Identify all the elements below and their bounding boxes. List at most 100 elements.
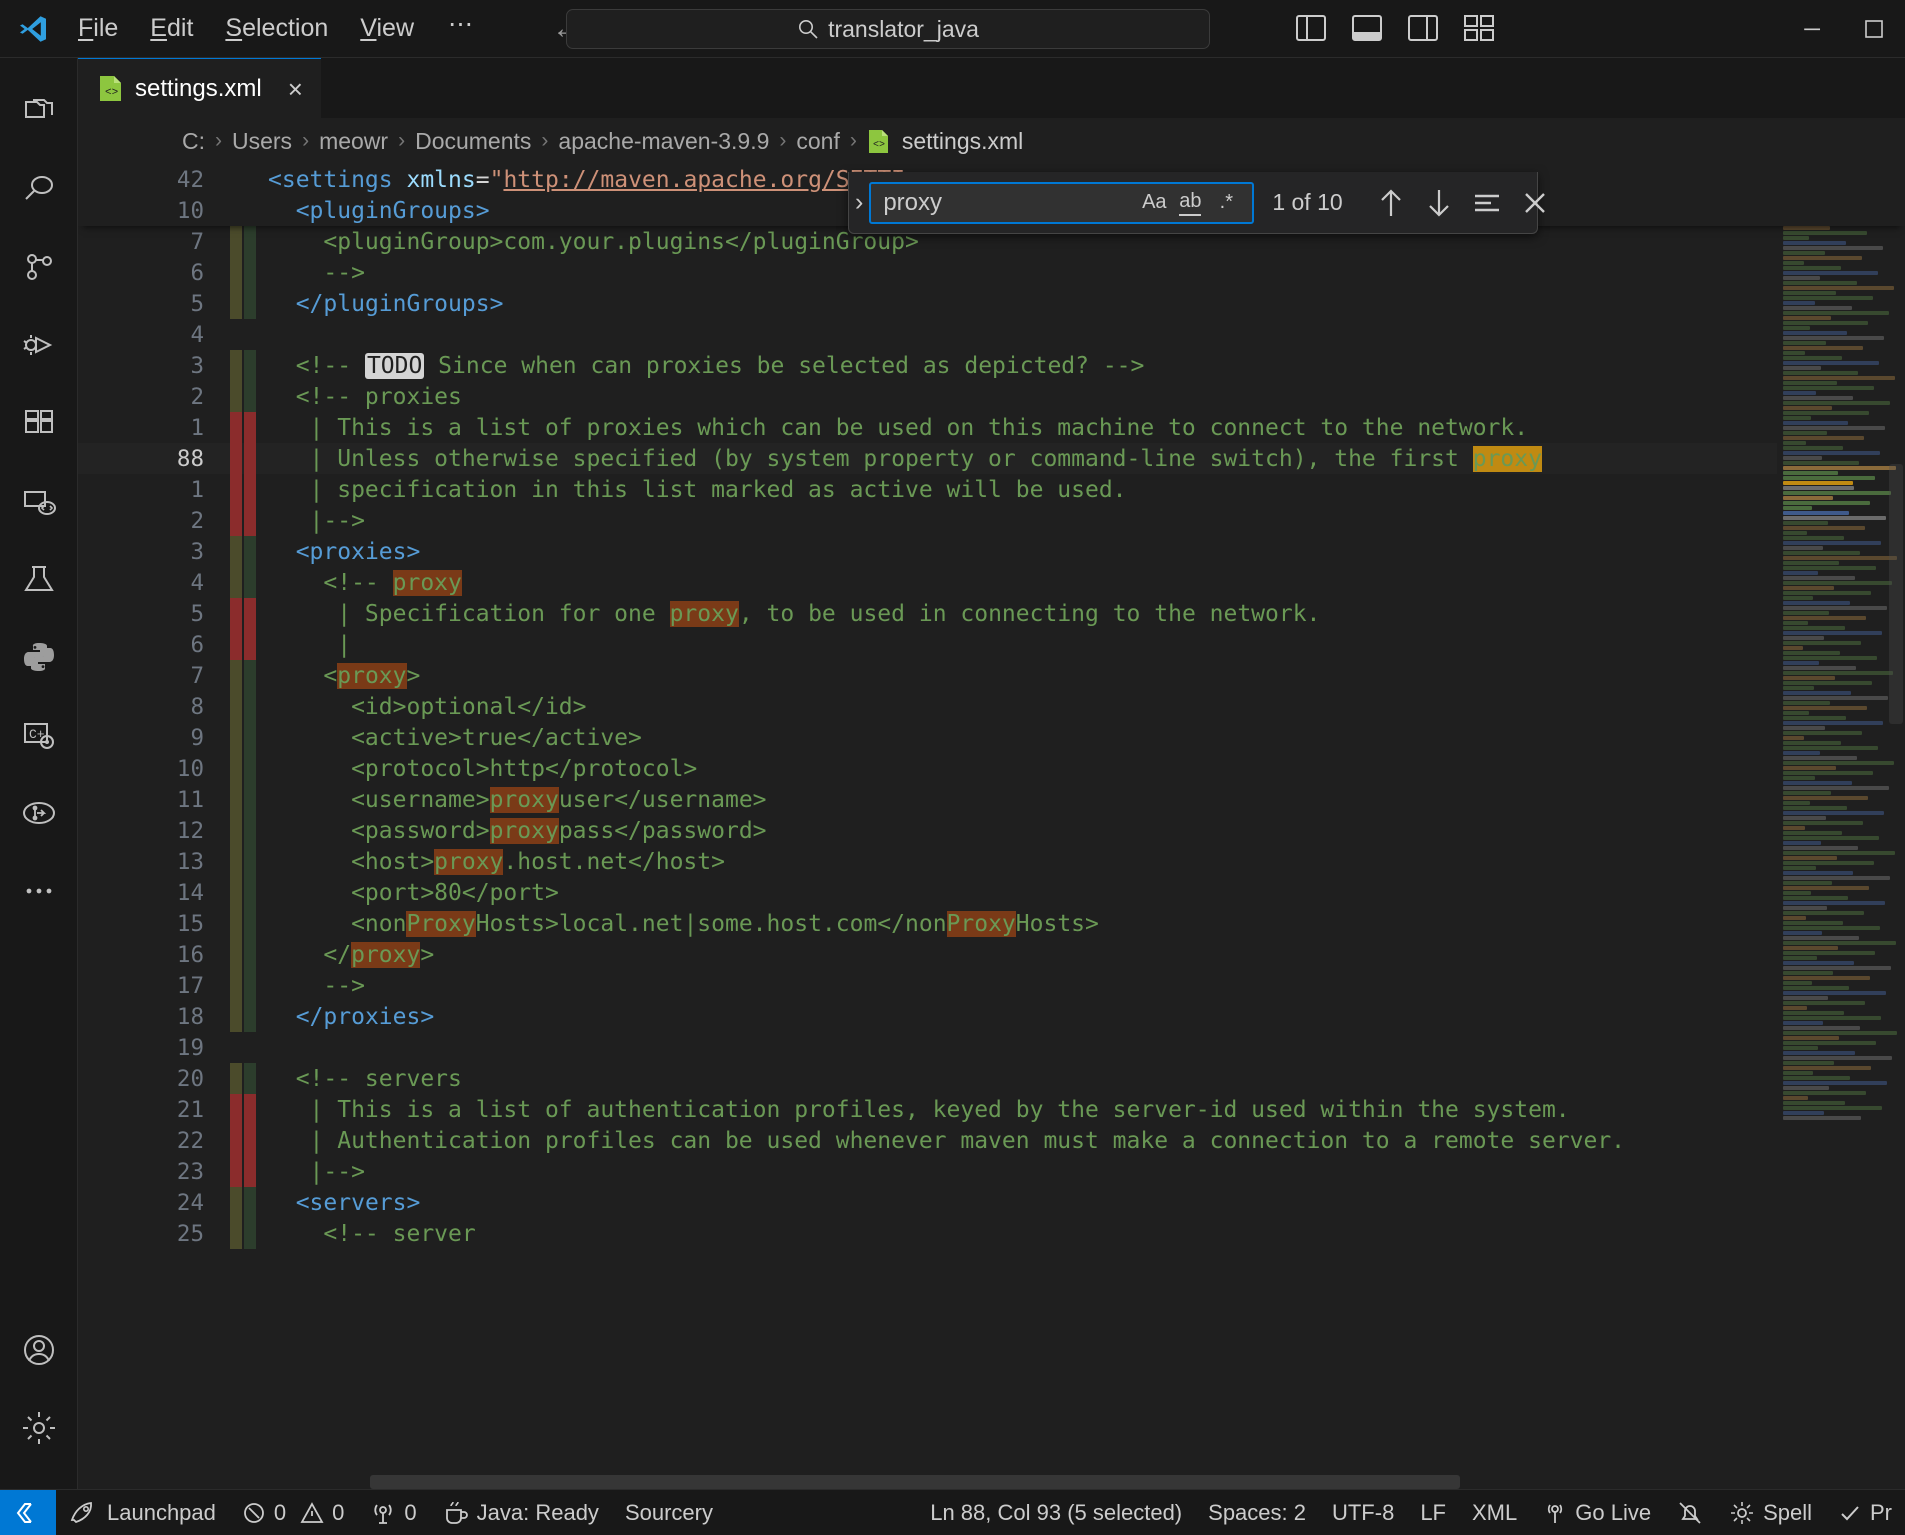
code-line[interactable]: 13 <host>proxy.host.net</host> xyxy=(78,846,1905,877)
sidebar-item-run-and-debug[interactable] xyxy=(0,306,78,384)
sidebar-item-source-control[interactable] xyxy=(0,228,78,306)
whole-word-toggle[interactable]: ab xyxy=(1172,186,1208,220)
code-line[interactable]: 15 <nonProxyHosts>local.net|some.host.co… xyxy=(78,908,1905,939)
close-icon[interactable] xyxy=(1513,181,1557,225)
sidebar-item-search[interactable] xyxy=(0,150,78,228)
code-line[interactable]: 3 <proxies> xyxy=(78,536,1905,567)
code-line[interactable]: 9 <active>true</active> xyxy=(78,722,1905,753)
match-case-toggle[interactable]: Aa xyxy=(1136,186,1172,220)
code-line[interactable]: 1 | specification in this list marked as… xyxy=(78,474,1905,505)
status-bar-right[interactable]: Ln 88, Col 93 (5 selected) Spaces: 2 UTF… xyxy=(917,1490,1905,1535)
code-line[interactable]: 3 <!-- TODO Since when can proxies be se… xyxy=(78,350,1905,381)
code-line[interactable]: 24 <servers> xyxy=(78,1187,1905,1218)
toggle-secondary-sidebar-icon[interactable] xyxy=(1402,8,1444,48)
vertical-scrollbar[interactable] xyxy=(1887,164,1905,1489)
find-in-selection-icon[interactable] xyxy=(1465,181,1509,225)
code-line[interactable]: 21 | This is a list of authentication pr… xyxy=(78,1094,1905,1125)
code-line[interactable]: 8 <id>optional</id> xyxy=(78,691,1905,722)
menu-selection[interactable]: Selection xyxy=(213,9,340,48)
tab-settings-xml[interactable]: <> settings.xml × xyxy=(78,58,321,118)
sidebar-item-extensions[interactable] xyxy=(0,384,78,462)
sidebar-item-remote-explorer[interactable] xyxy=(0,462,78,540)
sidebar-item-python[interactable] xyxy=(0,618,78,696)
chevron-right-icon[interactable]: › xyxy=(855,188,863,217)
code-line[interactable]: 5 | Specification for one proxy, to be u… xyxy=(78,598,1905,629)
code-editor[interactable]: 42 <settings xmlns="http://maven.apache.… xyxy=(78,164,1905,1489)
code-line[interactable]: 19 xyxy=(78,1032,1905,1063)
breadcrumb-item-4[interactable]: apache-maven-3.9.9 xyxy=(558,128,769,155)
code-line[interactable]: 23 |--> xyxy=(78,1156,1905,1187)
menu-file[interactable]: File xyxy=(66,9,130,48)
code-line[interactable]: 2 <!-- proxies xyxy=(78,381,1905,412)
status-go-live[interactable]: Go Live xyxy=(1530,1490,1664,1535)
horizontal-scrollbar[interactable] xyxy=(230,1475,1767,1489)
code-line[interactable]: 12 <password>proxypass</password> xyxy=(78,815,1905,846)
sidebar-item-explorer[interactable] xyxy=(0,72,78,150)
sidebar-item-more-views[interactable] xyxy=(0,852,78,930)
status-spell-checker[interactable]: Spell xyxy=(1716,1490,1825,1535)
find-input[interactable]: proxy Aa ab .* xyxy=(869,182,1254,224)
breadcrumb-item-1[interactable]: Users xyxy=(232,128,292,155)
code-line[interactable]: 22 | Authentication profiles can be used… xyxy=(78,1125,1905,1156)
status-language-mode[interactable]: XML xyxy=(1459,1490,1530,1535)
code-line[interactable]: 16 </proxy> xyxy=(78,939,1905,970)
code-line[interactable]: 4 <!-- proxy xyxy=(78,567,1905,598)
next-match-icon[interactable] xyxy=(1417,181,1461,225)
code-line[interactable]: 88 | Unless otherwise specified (by syst… xyxy=(78,443,1905,474)
regex-toggle[interactable]: .* xyxy=(1208,186,1244,220)
status-sourcery[interactable]: Sourcery xyxy=(612,1490,726,1535)
toggle-primary-sidebar-icon[interactable] xyxy=(1290,8,1332,48)
minimize-button[interactable]: ─ xyxy=(1781,0,1843,58)
status-launchpad[interactable]: Launchpad xyxy=(56,1490,229,1535)
remote-window-icon[interactable] xyxy=(0,1490,56,1535)
previous-match-icon[interactable] xyxy=(1369,181,1413,225)
sidebar-item-testing[interactable] xyxy=(0,540,78,618)
code-line[interactable]: 25 <!-- server xyxy=(78,1218,1905,1249)
sidebar-item-manage-settings[interactable] xyxy=(0,1389,78,1467)
menu-view[interactable]: View xyxy=(348,9,426,48)
status-encoding[interactable]: UTF-8 xyxy=(1319,1490,1407,1535)
menu-bar[interactable]: File Edit Selection View ⋯ xyxy=(66,7,490,51)
status-eol[interactable]: LF xyxy=(1407,1490,1459,1535)
code-line[interactable]: 4 xyxy=(78,319,1905,350)
command-center[interactable]: translator_java xyxy=(566,9,1210,49)
code-line[interactable]: 14 <port>80</port> xyxy=(78,877,1905,908)
toggle-panel-icon[interactable] xyxy=(1346,8,1388,48)
code-line[interactable]: 7 <proxy> xyxy=(78,660,1905,691)
breadcrumb-item-2[interactable]: meowr xyxy=(319,128,388,155)
sidebar-item-cpp-tools[interactable]: C+ xyxy=(0,696,78,774)
code-line[interactable]: 11 <username>proxyuser</username> xyxy=(78,784,1905,815)
breadcrumb[interactable]: C: › Users › meowr › Documents › apache-… xyxy=(78,118,1905,164)
breadcrumb-file[interactable]: settings.xml xyxy=(902,128,1023,155)
status-editor-selection[interactable]: Ln 88, Col 93 (5 selected) xyxy=(917,1490,1195,1535)
activity-bar[interactable]: C+ xyxy=(0,58,78,1489)
code-line[interactable]: 2 |--> xyxy=(78,505,1905,536)
status-problems[interactable]: 0 0 xyxy=(229,1490,358,1535)
code-line[interactable]: 18 </proxies> xyxy=(78,1001,1905,1032)
code-lines[interactable]: 7 <pluginGroup>com.your.plugins</pluginG… xyxy=(78,164,1905,1249)
code-line[interactable]: 17 --> xyxy=(78,970,1905,1001)
code-line[interactable]: 20 <!-- servers xyxy=(78,1063,1905,1094)
breadcrumb-item-0[interactable]: C: xyxy=(182,128,205,155)
status-notifications-muted[interactable] xyxy=(1664,1490,1716,1535)
window-controls[interactable]: ─ xyxy=(1781,0,1905,58)
layout-controls[interactable] xyxy=(1290,8,1500,48)
code-line[interactable]: 6 --> xyxy=(78,257,1905,288)
status-indentation[interactable]: Spaces: 2 xyxy=(1195,1490,1319,1535)
code-line[interactable]: 1 | This is a list of proxies which can … xyxy=(78,412,1905,443)
minimap[interactable] xyxy=(1777,164,1905,1489)
code-line[interactable]: 10 <protocol>http</protocol> xyxy=(78,753,1905,784)
status-java[interactable]: Java: Ready xyxy=(430,1490,612,1535)
status-bar[interactable]: Launchpad 0 0 0 Java: Ready Sourcery xyxy=(0,1489,1905,1535)
sidebar-item-dependency-graph[interactable] xyxy=(0,774,78,852)
breadcrumb-item-5[interactable]: conf xyxy=(796,128,839,155)
menu-overflow-icon[interactable]: ⋯ xyxy=(434,7,490,51)
customize-layout-icon[interactable] xyxy=(1458,8,1500,48)
find-widget[interactable]: › proxy Aa ab .* 1 of 10 xyxy=(848,172,1538,234)
close-icon[interactable]: × xyxy=(288,76,303,102)
sidebar-item-accounts[interactable] xyxy=(0,1311,78,1389)
maximize-button[interactable] xyxy=(1843,0,1905,58)
breadcrumb-item-3[interactable]: Documents xyxy=(415,128,531,155)
status-prettier[interactable]: Pr xyxy=(1825,1490,1905,1535)
tab-bar[interactable]: <> settings.xml × xyxy=(78,58,1905,118)
